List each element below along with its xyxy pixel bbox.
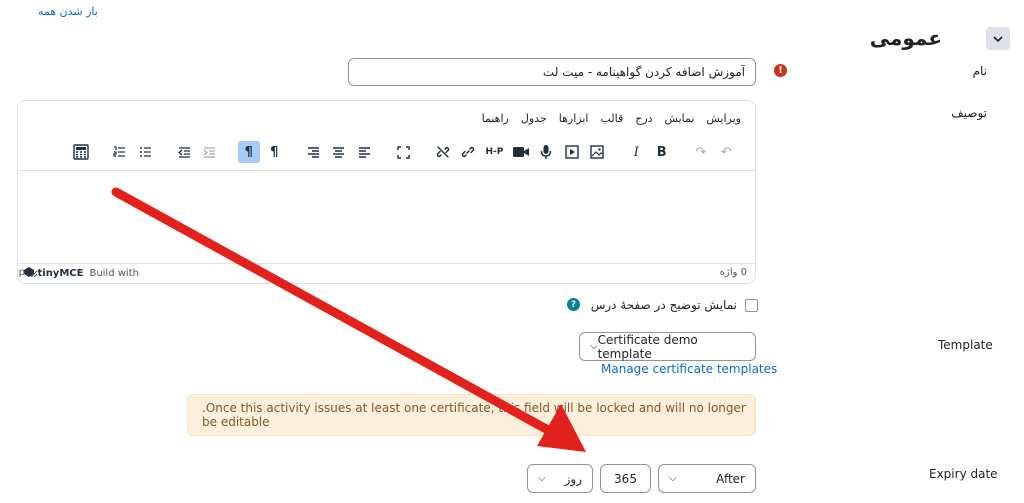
expiry-amount-value: 365 (614, 471, 637, 486)
video-camera-icon[interactable] (510, 141, 531, 163)
expiry-relation-value: After (716, 471, 745, 486)
ltr-icon[interactable]: ¶ (264, 141, 285, 163)
tinymce-brand-text: tinyMCE (37, 268, 84, 279)
h5p-icon[interactable]: H-P (483, 141, 506, 163)
bullet-list-icon[interactable] (134, 141, 155, 163)
equation-editor-icon[interactable] (70, 141, 91, 163)
menu-edit[interactable]: ویرایش (706, 112, 741, 125)
align-center-icon[interactable] (328, 141, 349, 163)
menu-format[interactable]: قالب (600, 112, 623, 125)
undo-icon[interactable]: ↶ (716, 141, 737, 163)
chevron-down-icon: ⌵ (669, 473, 677, 484)
chevron-down-icon: ⌵ (590, 341, 598, 352)
media-icon[interactable] (561, 141, 582, 163)
editor-toolbar: ↶ ↷ B I H-P ¶ ¶ (68, 141, 739, 163)
menu-help[interactable]: راهنما (482, 112, 509, 125)
fullscreen-icon[interactable] (393, 141, 414, 163)
manage-templates-link[interactable]: Manage certificate templates (601, 362, 777, 376)
unlink-icon[interactable] (432, 141, 453, 163)
description-editor[interactable]: ویرایش نمایش درج قالب ابزارها جدول راهنم… (17, 100, 756, 284)
image-icon[interactable] (586, 141, 607, 163)
template-select[interactable]: ⌵ Certificate demo template (579, 332, 756, 361)
chevron-down-icon (993, 35, 1003, 42)
description-label: توصیف (951, 106, 987, 120)
bold-icon[interactable]: B (651, 141, 672, 163)
menu-tools[interactable]: ابزارها (559, 112, 589, 125)
expiry-relation-select[interactable]: After ⌵ (658, 464, 756, 493)
show-description-label: نمایش توضیح در صفحهٔ درس (590, 298, 737, 312)
resize-handle-icon[interactable] (29, 269, 37, 277)
align-right-icon[interactable] (303, 141, 324, 163)
section-title: عمومی (869, 26, 942, 50)
editor-statusbar: tinyMCE Build with 0 واژه p (18, 263, 755, 283)
outdent-icon[interactable] (174, 141, 195, 163)
required-icon: ! (774, 64, 787, 77)
rtl-icon[interactable]: ¶ (238, 141, 260, 163)
lock-warning-alert: .Once this activity issues at least one … (187, 394, 756, 436)
name-label: نام (972, 64, 987, 78)
show-description-checkbox[interactable] (745, 298, 758, 312)
expiry-amount-input[interactable]: 365 (600, 464, 651, 493)
template-selected-value: Certificate demo template (597, 332, 698, 361)
indent-icon[interactable] (199, 141, 220, 163)
expiry-date-label: Expiry date (929, 467, 998, 481)
menu-table[interactable]: جدول (521, 112, 547, 125)
menu-insert[interactable]: درج (635, 112, 652, 125)
help-icon[interactable]: ? (567, 298, 580, 311)
chevron-down-icon: ⌵ (538, 473, 546, 484)
expiry-unit-select[interactable]: روز ⌵ (527, 464, 593, 493)
menu-view[interactable]: نمایش (665, 112, 695, 125)
lock-warning-text: .Once this activity issues at least one … (202, 401, 746, 429)
link-icon[interactable] (457, 141, 478, 163)
expand-all-link[interactable]: باز شدن همه (38, 5, 98, 18)
editor-menubar: ویرایش نمایش درج قالب ابزارها جدول راهنم… (482, 112, 741, 125)
redo-icon[interactable]: ↷ (690, 141, 711, 163)
align-left-icon[interactable] (354, 141, 375, 163)
show-description-row: نمایش توضیح در صفحهٔ درس (591, 298, 758, 312)
built-with-text: Build with (89, 267, 139, 279)
toolbar-divider (18, 170, 755, 171)
name-input[interactable] (348, 58, 756, 86)
element-path[interactable]: p (19, 267, 25, 278)
microphone-icon[interactable] (536, 141, 557, 163)
italic-icon[interactable]: I (626, 141, 647, 163)
template-label: Template (938, 338, 993, 352)
word-count[interactable]: 0 واژه (720, 267, 747, 278)
collapse-section-button[interactable] (986, 27, 1010, 50)
expiry-unit-value: روز (564, 471, 582, 486)
numbered-list-icon[interactable] (109, 141, 130, 163)
